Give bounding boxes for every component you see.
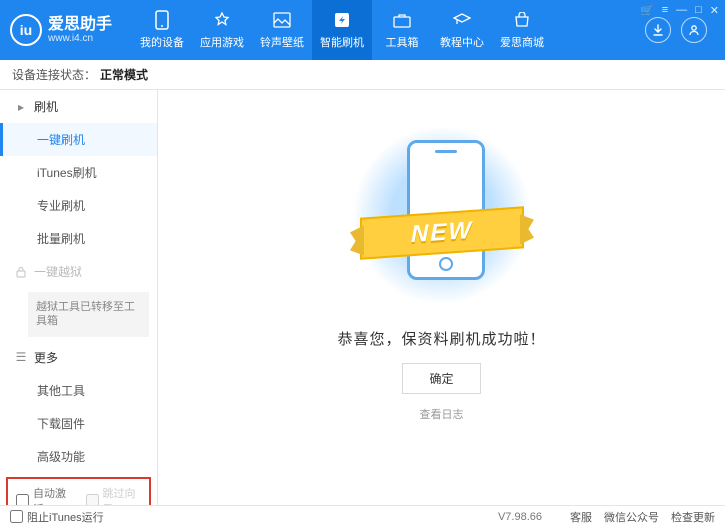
sidebar-section-more[interactable]: ☰ 更多	[0, 341, 157, 374]
status-bar: 设备连接状态： 正常模式	[0, 60, 725, 90]
cart-icon[interactable]: 🛒	[640, 4, 654, 17]
nav-store[interactable]: 爱思商城	[492, 0, 552, 60]
section-title: 一键越狱	[34, 263, 82, 280]
main-content: NEW 恭喜您，保资料刷机成功啦！ 确定 查看日志	[158, 90, 725, 505]
menu-icon[interactable]: ≡	[662, 4, 668, 17]
nav-toolbox[interactable]: 工具箱	[372, 0, 432, 60]
app-logo: iu 爱思助手 www.i4.cn	[10, 14, 112, 46]
highlighted-options-box: 自动激活 跳过向导	[6, 477, 151, 505]
header-right	[645, 17, 707, 43]
list-icon: ▸	[14, 100, 28, 114]
checkbox-label: 自动激活	[33, 485, 72, 505]
nav-label: 智能刷机	[320, 34, 364, 50]
sidebar-item-pro-flash[interactable]: 专业刷机	[0, 189, 157, 222]
download-button[interactable]	[645, 17, 671, 43]
sidebar-item-download-firmware[interactable]: 下载固件	[0, 407, 157, 440]
top-nav: 我的设备 应用游戏 铃声壁纸 智能刷机 工具箱 教程中心 爱思商城	[132, 0, 645, 60]
tutorial-icon	[452, 10, 472, 30]
ok-button[interactable]: 确定	[402, 363, 480, 394]
wallpaper-icon	[272, 10, 292, 30]
close-button[interactable]: ✕	[710, 4, 719, 17]
store-icon	[512, 10, 532, 30]
sidebar-section-flash[interactable]: ▸ 刷机	[0, 90, 157, 123]
sidebar-section-jailbreak[interactable]: 一键越狱	[0, 255, 157, 288]
skip-setup-checkbox[interactable]: 跳过向导	[86, 485, 142, 505]
nav-ringtone-wallpaper[interactable]: 铃声壁纸	[252, 0, 312, 60]
auto-activate-checkbox[interactable]: 自动激活	[16, 485, 72, 505]
block-itunes-checkbox[interactable]: 阻止iTunes运行	[10, 509, 104, 525]
nav-smart-flash[interactable]: 智能刷机	[312, 0, 372, 60]
nav-apps-games[interactable]: 应用游戏	[192, 0, 252, 60]
user-button[interactable]	[681, 17, 707, 43]
sidebar-item-batch-flash[interactable]: 批量刷机	[0, 222, 157, 255]
app-title: 爱思助手	[48, 16, 112, 34]
nav-tutorials[interactable]: 教程中心	[432, 0, 492, 60]
app-url: www.i4.cn	[48, 33, 112, 44]
footer-link-support[interactable]: 客服	[570, 509, 592, 525]
nav-label: 应用游戏	[200, 34, 244, 50]
maximize-button[interactable]: □	[695, 4, 702, 17]
jailbreak-moved-note: 越狱工具已转移至工具箱	[28, 292, 149, 337]
sidebar: ▸ 刷机 一键刷机 iTunes刷机 专业刷机 批量刷机 一键越狱 越狱工具已转…	[0, 90, 158, 505]
checkbox-label: 阻止iTunes运行	[27, 509, 104, 525]
toolbox-icon	[392, 10, 412, 30]
sidebar-item-advanced[interactable]: 高级功能	[0, 440, 157, 473]
status-value: 正常模式	[100, 66, 148, 83]
status-label: 设备连接状态：	[12, 66, 96, 83]
window-controls: 🛒 ≡ — □ ✕	[640, 4, 719, 17]
sidebar-item-oneclick-flash[interactable]: 一键刷机	[0, 123, 157, 156]
lock-icon	[14, 265, 28, 279]
nav-label: 工具箱	[386, 34, 419, 50]
sidebar-item-itunes-flash[interactable]: iTunes刷机	[0, 156, 157, 189]
footer-bar: 阻止iTunes运行 V7.98.66 客服 微信公众号 检查更新	[0, 505, 725, 527]
section-title: 刷机	[34, 98, 58, 115]
version-label: V7.98.66	[498, 511, 542, 523]
logo-icon: iu	[10, 14, 42, 46]
sidebar-item-other-tools[interactable]: 其他工具	[0, 374, 157, 407]
minimize-button[interactable]: —	[676, 4, 687, 17]
footer-link-wechat[interactable]: 微信公众号	[604, 509, 659, 525]
apps-icon	[212, 10, 232, 30]
nav-label: 铃声壁纸	[260, 34, 304, 50]
footer-link-update[interactable]: 检查更新	[671, 509, 715, 525]
nav-label: 爱思商城	[500, 34, 544, 50]
phone-icon	[152, 10, 172, 30]
app-header: iu 爱思助手 www.i4.cn 我的设备 应用游戏 铃声壁纸 智能刷机 工具…	[0, 0, 725, 60]
success-illustration: NEW	[352, 120, 532, 310]
checkbox-label: 跳过向导	[103, 485, 142, 505]
view-log-link[interactable]: 查看日志	[420, 406, 464, 422]
flash-icon	[332, 10, 352, 30]
nav-label: 我的设备	[140, 34, 184, 50]
success-message: 恭喜您，保资料刷机成功啦！	[337, 328, 545, 349]
more-icon: ☰	[14, 350, 28, 364]
section-title: 更多	[34, 349, 58, 366]
nav-label: 教程中心	[440, 34, 484, 50]
nav-my-device[interactable]: 我的设备	[132, 0, 192, 60]
